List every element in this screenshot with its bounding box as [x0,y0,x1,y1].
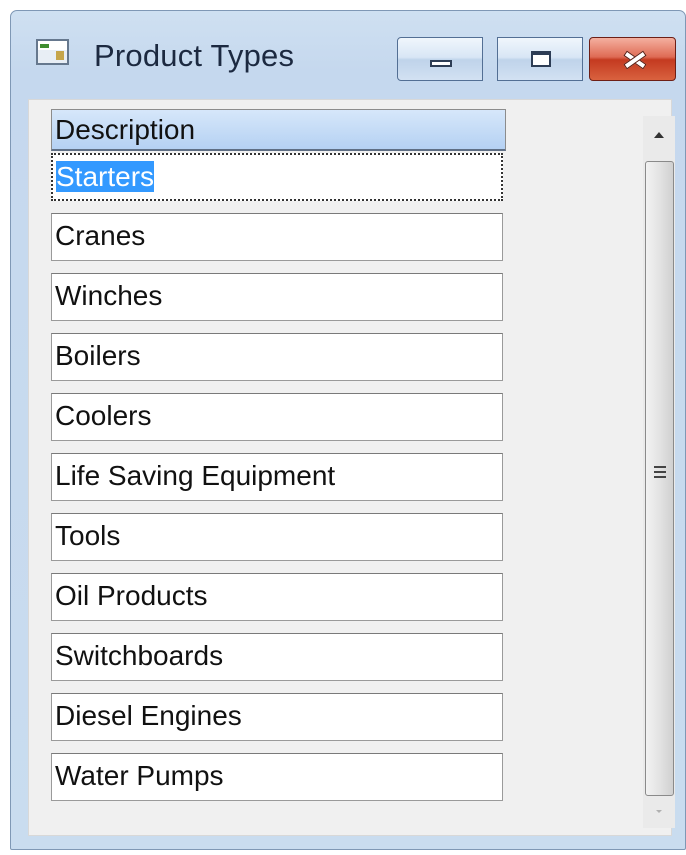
description-column-header[interactable]: Description [51,109,506,151]
vertical-scrollbar[interactable] [643,116,675,828]
table-row[interactable]: Life Saving Equipment [51,453,503,501]
table-row[interactable]: Boilers [51,333,503,381]
table-row[interactable]: Cranes [51,213,503,261]
product-types-window: Product Types Description Starters Crane… [10,10,686,850]
application-window-icon[interactable] [36,39,69,65]
close-icon [590,38,675,80]
maximize-button[interactable] [497,37,583,81]
table-row[interactable]: Oil Products [51,573,503,621]
table-row[interactable]: Winches [51,273,503,321]
row-description: Starters [56,161,155,192]
scrollbar-thumb[interactable] [645,161,674,796]
row-description: Water Pumps [55,760,224,791]
table-row[interactable]: Diesel Engines [51,693,503,741]
row-description: Tools [55,520,121,551]
scroll-up-arrow-icon[interactable] [643,116,675,156]
minimize-icon [430,60,452,67]
product-types-grid: Description Starters Cranes Winches Boil… [28,99,675,836]
minimize-button[interactable] [397,37,483,81]
row-description: Coolers [55,400,152,431]
row-description: Oil Products [55,580,208,611]
row-description: Diesel Engines [55,700,242,731]
row-description: Switchboards [55,640,224,671]
table-row[interactable]: Coolers [51,393,503,441]
table-row[interactable]: Tools [51,513,503,561]
row-description: Winches [55,280,163,311]
row-description: Boilers [55,340,141,371]
scroll-down-arrow-icon[interactable] [643,796,675,828]
grip-icon [654,466,666,486]
close-button[interactable] [589,37,676,81]
window-title: Product Types [94,38,295,73]
title-bar[interactable]: Product Types [11,11,685,97]
row-description: Life Saving Equipment [55,460,336,491]
table-row[interactable]: Starters [51,153,503,201]
maximize-icon [531,51,551,67]
table-row[interactable]: Water Pumps [51,753,503,801]
row-description: Cranes [55,220,146,251]
table-row[interactable]: Switchboards [51,633,503,681]
